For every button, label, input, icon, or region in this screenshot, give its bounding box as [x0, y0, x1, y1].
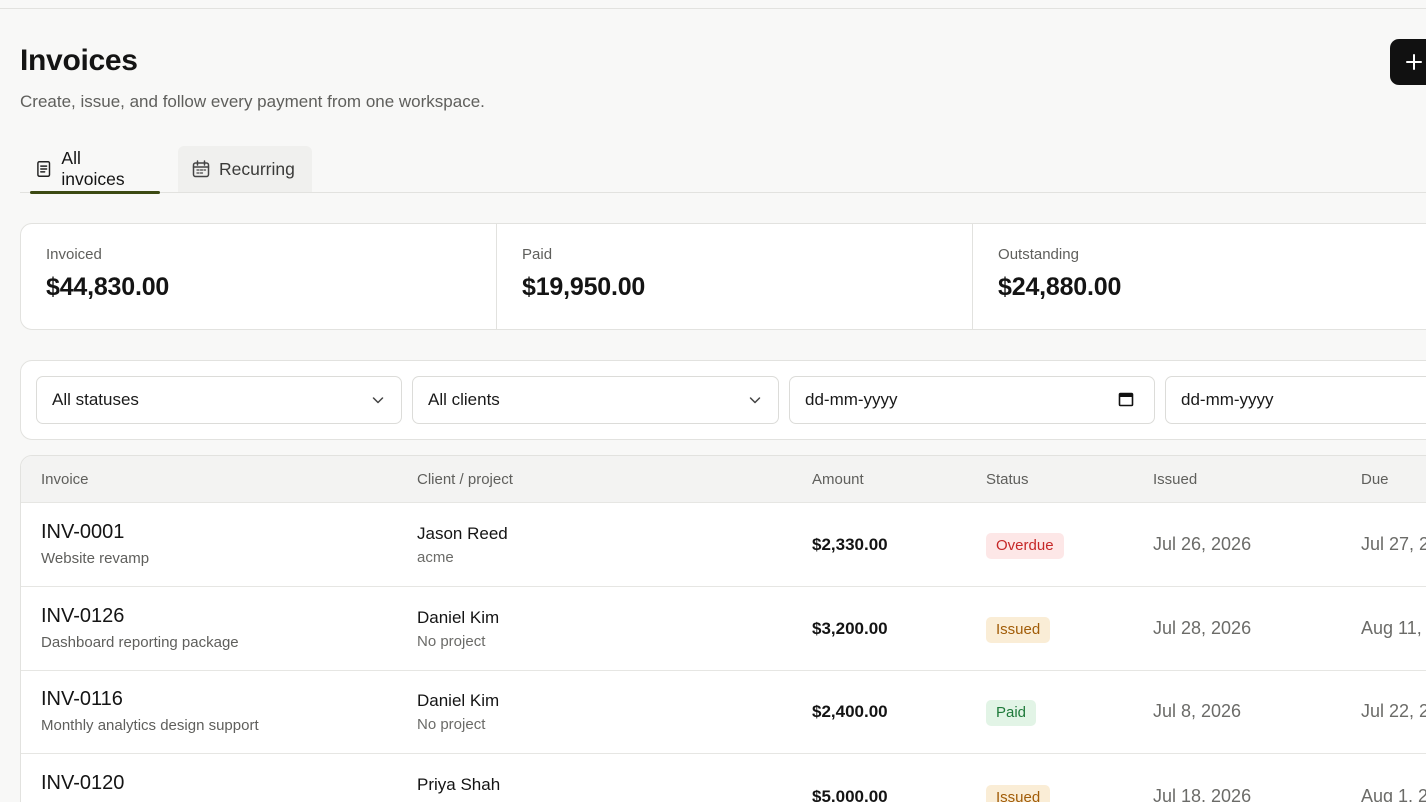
stat-paid: Paid $19,950.00	[497, 224, 974, 329]
due-date: Jul 22, 2026	[1361, 701, 1426, 721]
calendar-icon[interactable]	[1118, 391, 1134, 407]
client-filter-select[interactable]: All clients	[412, 376, 779, 424]
table-header: Invoice Client / project Amount Status I…	[21, 456, 1426, 503]
project-name: acme	[417, 549, 454, 566]
column-header[interactable]: Amount	[812, 471, 864, 488]
calendar-icon	[192, 160, 210, 178]
issued-date: Jul 8, 2026	[1153, 701, 1242, 721]
summary-stats: Invoiced $44,830.00 Paid $19,950.00 Outs…	[20, 223, 1426, 330]
invoice-description: Monthly analytics design support	[41, 717, 259, 734]
issued-date: Jul 26, 2026	[1153, 534, 1252, 554]
invoice-amount: $3,200.00	[812, 619, 888, 638]
page-subtitle: Create, issue, and follow every payment …	[20, 92, 485, 111]
invoice-tabs: All invoices Recurring	[20, 144, 1426, 194]
invoice-number[interactable]: INV-0120	[41, 772, 124, 795]
issued-date: Jul 18, 2026	[1153, 786, 1252, 802]
page-title: Invoices	[20, 44, 138, 77]
table-row[interactable]: INV-0001 Website revamp Jason Reed acme …	[21, 503, 1426, 587]
top-divider	[0, 8, 1426, 9]
invoice-description: Website revamp	[41, 550, 150, 567]
chevron-down-icon	[372, 397, 384, 404]
tab-all-invoices[interactable]: All invoices	[30, 146, 160, 194]
due-date: Jul 27, 2026	[1361, 534, 1426, 554]
document-icon	[37, 161, 51, 177]
due-date: Aug 1, 2026	[1361, 786, 1426, 802]
invoice-amount: $2,400.00	[812, 702, 888, 721]
client-name: Daniel Kim	[417, 691, 500, 710]
project-name: No project	[417, 716, 486, 733]
status-badge: Overdue	[986, 533, 1064, 559]
stat-value: $19,950.00	[522, 273, 646, 301]
invoices-page: Invoices Create, issue, and follow every…	[0, 0, 1426, 802]
status-badge: Issued	[986, 785, 1051, 802]
chevron-down-icon	[749, 397, 761, 404]
client-name: Jason Reed	[417, 524, 508, 543]
column-header[interactable]: Due	[1361, 471, 1389, 488]
status-filter-select[interactable]: All statuses	[36, 376, 402, 424]
invoice-description: Dashboard reporting package	[41, 634, 239, 651]
plus-icon	[1406, 54, 1422, 70]
column-header[interactable]: Client / project	[417, 471, 513, 488]
status-badge: Paid	[986, 700, 1037, 726]
client-name: Priya Shah	[417, 775, 501, 794]
table-row[interactable]: INV-0126 Dashboard reporting package Dan…	[21, 587, 1426, 671]
filter-bar: All statuses All clients dd-mm-yyyy dd-m…	[20, 360, 1426, 440]
invoice-number[interactable]: INV-0126	[41, 605, 124, 628]
table-row[interactable]: INV-0120 Priya Shah $5,000.00 Issued Jul…	[21, 754, 1426, 802]
new-invoice-button[interactable]	[1390, 39, 1426, 85]
due-date: Aug 11, 2026	[1361, 618, 1426, 638]
column-header[interactable]: Status	[986, 471, 1029, 488]
column-header[interactable]: Issued	[1153, 471, 1197, 488]
stat-label: Invoiced	[46, 246, 102, 263]
client-filter-value: All clients	[428, 390, 500, 409]
stat-value: $44,830.00	[46, 273, 170, 301]
table-row[interactable]: INV-0116 Monthly analytics design suppor…	[21, 670, 1426, 754]
status-filter-value: All statuses	[52, 390, 139, 409]
invoice-number[interactable]: INV-0001	[41, 521, 124, 544]
stat-value: $24,880.00	[998, 273, 1122, 301]
issued-date: Jul 28, 2026	[1153, 618, 1252, 638]
status-badge: Issued	[986, 617, 1051, 643]
column-header[interactable]: Invoice	[41, 471, 89, 488]
invoice-number[interactable]: INV-0116	[41, 688, 123, 711]
date-to-input[interactable]: dd-mm-yyyy	[1165, 376, 1426, 424]
project-name: No project	[417, 633, 486, 650]
client-name: Daniel Kim	[417, 608, 500, 627]
tab-label: Recurring	[219, 158, 295, 179]
date-from-input[interactable]: dd-mm-yyyy	[789, 376, 1155, 424]
date-to-placeholder: dd-mm-yyyy	[1181, 390, 1274, 409]
tab-recurring[interactable]: Recurring	[178, 146, 312, 192]
date-from-placeholder: dd-mm-yyyy	[805, 390, 898, 409]
stat-label: Outstanding	[998, 246, 1079, 263]
stat-outstanding: Outstanding $24,880.00	[973, 224, 1426, 329]
invoice-amount: $2,330.00	[812, 535, 888, 554]
stat-label: Paid	[522, 246, 553, 263]
tab-label: All invoices	[61, 148, 125, 189]
invoices-table: Invoice Client / project Amount Status I…	[20, 455, 1426, 802]
stat-invoiced: Invoiced $44,830.00	[21, 224, 498, 329]
invoice-amount: $5,000.00	[812, 787, 888, 802]
